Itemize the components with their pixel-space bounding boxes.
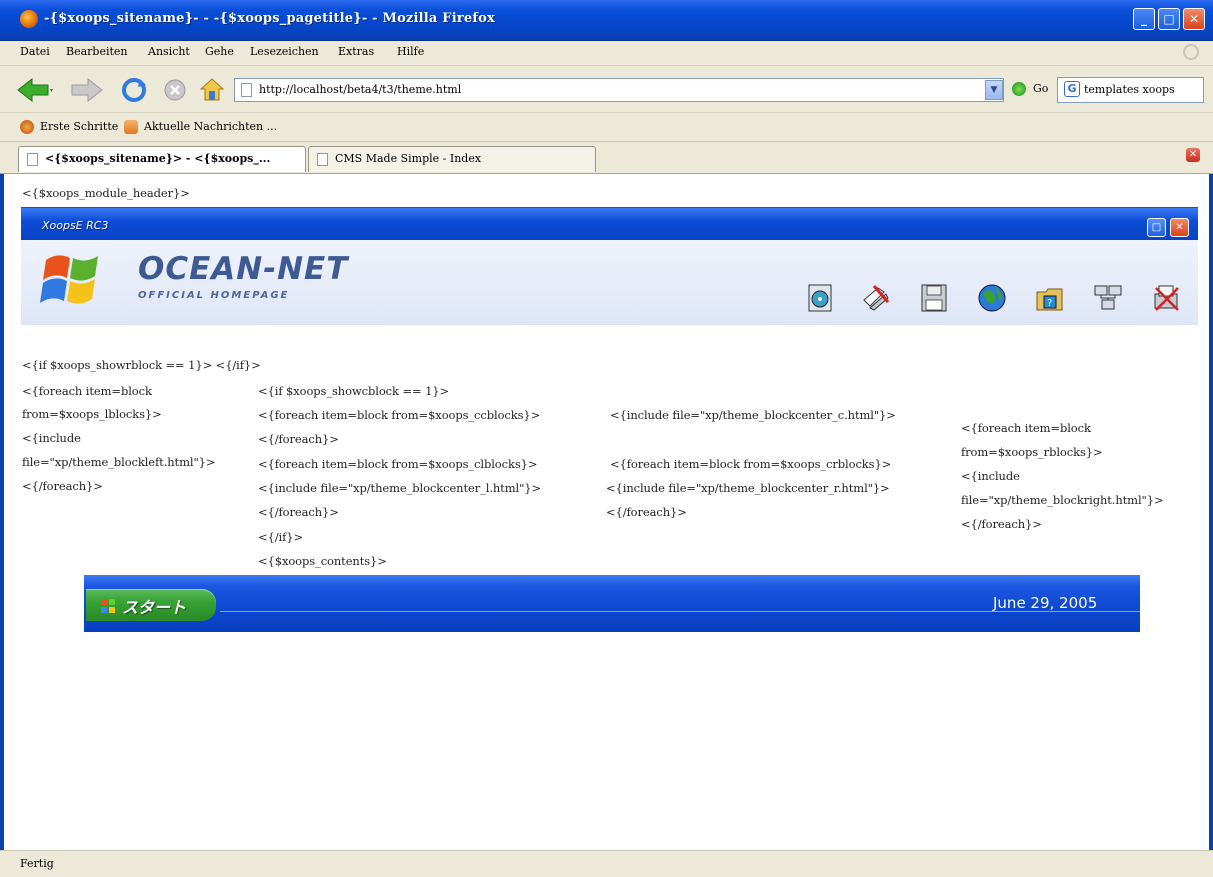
globe-icon[interactable] xyxy=(976,282,1008,314)
menu-hilfe[interactable]: Hilfe xyxy=(397,45,424,58)
tab-label: <{$xoops_sitename}> - <{$xoops_... xyxy=(45,152,271,165)
page-icon xyxy=(317,153,328,166)
rss-icon xyxy=(124,120,138,134)
tab-xoops[interactable]: <{$xoops_sitename}> - <{$xoops_... xyxy=(18,146,306,172)
tools-icon[interactable] xyxy=(860,282,892,314)
template-line: <{include xyxy=(961,469,1020,483)
menu-ansicht[interactable]: Ansicht xyxy=(148,45,190,58)
go-icon[interactable] xyxy=(1012,82,1026,96)
template-line: <{/foreach}> xyxy=(606,505,687,519)
template-line: from=$xoops_rblocks}> xyxy=(961,445,1103,459)
brand-title: OCEAN-NET xyxy=(138,251,349,287)
theme-maximize-icon: □ xyxy=(1147,218,1166,237)
template-line: file="xp/theme_blockright.html"}> xyxy=(961,493,1164,507)
menu-lesezeichen[interactable]: Lesezeichen xyxy=(250,45,319,58)
theme-window-bar xyxy=(21,207,1198,241)
tab-cms-made-simple[interactable]: CMS Made Simple - Index xyxy=(308,146,596,172)
menu-extras[interactable]: Extras xyxy=(338,45,374,58)
search-input[interactable]: G templates xoops xyxy=(1057,77,1204,103)
theme-close-icon: ✕ xyxy=(1170,218,1189,237)
menu-datei[interactable]: Datei xyxy=(20,45,50,58)
windows-logo-icon xyxy=(40,255,98,304)
search-value: templates xoops xyxy=(1084,83,1175,96)
menu-gehe[interactable]: Gehe xyxy=(205,45,234,58)
template-line: <{include file="xp/theme_blockcenter_l.h… xyxy=(258,481,542,495)
status-text: Fertig xyxy=(20,857,54,870)
template-line: <{foreach item=block from=$xoops_clblock… xyxy=(258,457,538,471)
start-windows-icon xyxy=(101,599,115,613)
back-icon[interactable] xyxy=(14,76,54,104)
template-line: <{/foreach}> xyxy=(258,505,339,519)
template-line: <{foreach item=block xyxy=(961,421,1091,435)
module-header-placeholder: <{$xoops_module_header}> xyxy=(22,186,190,200)
template-line: <{include file="xp/theme_blockcenter_r.h… xyxy=(606,481,890,495)
theme-taskbar xyxy=(84,575,1140,632)
home-icon[interactable] xyxy=(198,76,226,102)
maximize-button[interactable]: □ xyxy=(1158,8,1180,30)
template-line: <{if $xoops_showcblock == 1}> xyxy=(258,384,450,398)
menu-bar: Datei Bearbeiten Ansicht Gehe Lesezeiche… xyxy=(0,41,1213,66)
template-line: <{foreach item=block xyxy=(22,384,152,398)
folder-help-icon[interactable]: ? xyxy=(1034,282,1066,314)
template-line: <{/foreach}> xyxy=(961,517,1042,531)
minimize-button[interactable]: _ xyxy=(1133,8,1155,30)
template-line: <{include file="xp/theme_blockcenter_c.h… xyxy=(610,408,896,422)
go-button[interactable]: Go xyxy=(1033,82,1048,95)
status-bar xyxy=(0,850,1213,877)
template-line: <{include xyxy=(22,431,81,445)
tab-label: CMS Made Simple - Index xyxy=(335,152,482,165)
page-icon xyxy=(241,83,252,97)
forward-icon[interactable] xyxy=(66,76,106,104)
template-line: file="xp/theme_blockleft.html"}> xyxy=(22,455,216,469)
window-title-bar[interactable]: -{$xoops_sitename}- - -{$xoops_pagetitle… xyxy=(0,0,1213,41)
template-line: <{/foreach}> xyxy=(258,432,339,446)
bookmark-erste-schritte[interactable]: Erste Schritte xyxy=(40,120,118,133)
url-dropdown-button[interactable]: ▼ xyxy=(985,80,1003,100)
throbber-icon xyxy=(1183,44,1199,60)
floppy-icon[interactable] xyxy=(918,282,950,314)
reload-icon[interactable] xyxy=(120,77,148,103)
template-line: <{if $xoops_showrblock == 1}> <{/if}> xyxy=(22,358,261,372)
start-label: スタート xyxy=(122,598,187,617)
url-text: http://localhost/beta4/t3/theme.html xyxy=(259,83,462,96)
template-line: <{foreach item=block from=$xoops_ccblock… xyxy=(258,408,541,422)
close-button[interactable]: ✕ xyxy=(1183,8,1205,30)
template-line: <{$xoops_contents}> xyxy=(258,554,387,568)
template-line: <{foreach item=block from=$xoops_crblock… xyxy=(610,457,892,471)
network-icon[interactable] xyxy=(1092,282,1124,314)
template-line: from=$xoops_lblocks}> xyxy=(22,407,162,421)
window-title: -{$xoops_sitename}- - -{$xoops_pagetitle… xyxy=(44,11,495,26)
stop-icon[interactable] xyxy=(163,78,189,102)
svg-text:?: ? xyxy=(1047,298,1052,309)
close-tab-icon[interactable]: ✕ xyxy=(1186,148,1200,162)
cd-icon[interactable] xyxy=(805,282,837,314)
printer-icon[interactable] xyxy=(1150,282,1182,314)
bookmark-aktuelle-nachrichten[interactable]: Aktuelle Nachrichten ... xyxy=(144,120,277,133)
firefox-bookmark-icon xyxy=(20,120,34,134)
template-line: <{/foreach}> xyxy=(22,479,103,493)
menu-bearbeiten[interactable]: Bearbeiten xyxy=(66,45,128,58)
page-icon xyxy=(27,153,38,166)
brand-subtitle: OFFICIAL HOMEPAGE xyxy=(138,290,290,301)
theme-window-title: XoopsE RC3 xyxy=(42,219,109,232)
taskbar-date: June 29, 2005 xyxy=(993,594,1098,612)
firefox-icon xyxy=(20,10,38,28)
url-bar[interactable]: http://localhost/beta4/t3/theme.html xyxy=(234,78,1004,102)
search-engine-icon[interactable]: G xyxy=(1064,81,1080,97)
template-line: <{/if}> xyxy=(258,530,304,544)
